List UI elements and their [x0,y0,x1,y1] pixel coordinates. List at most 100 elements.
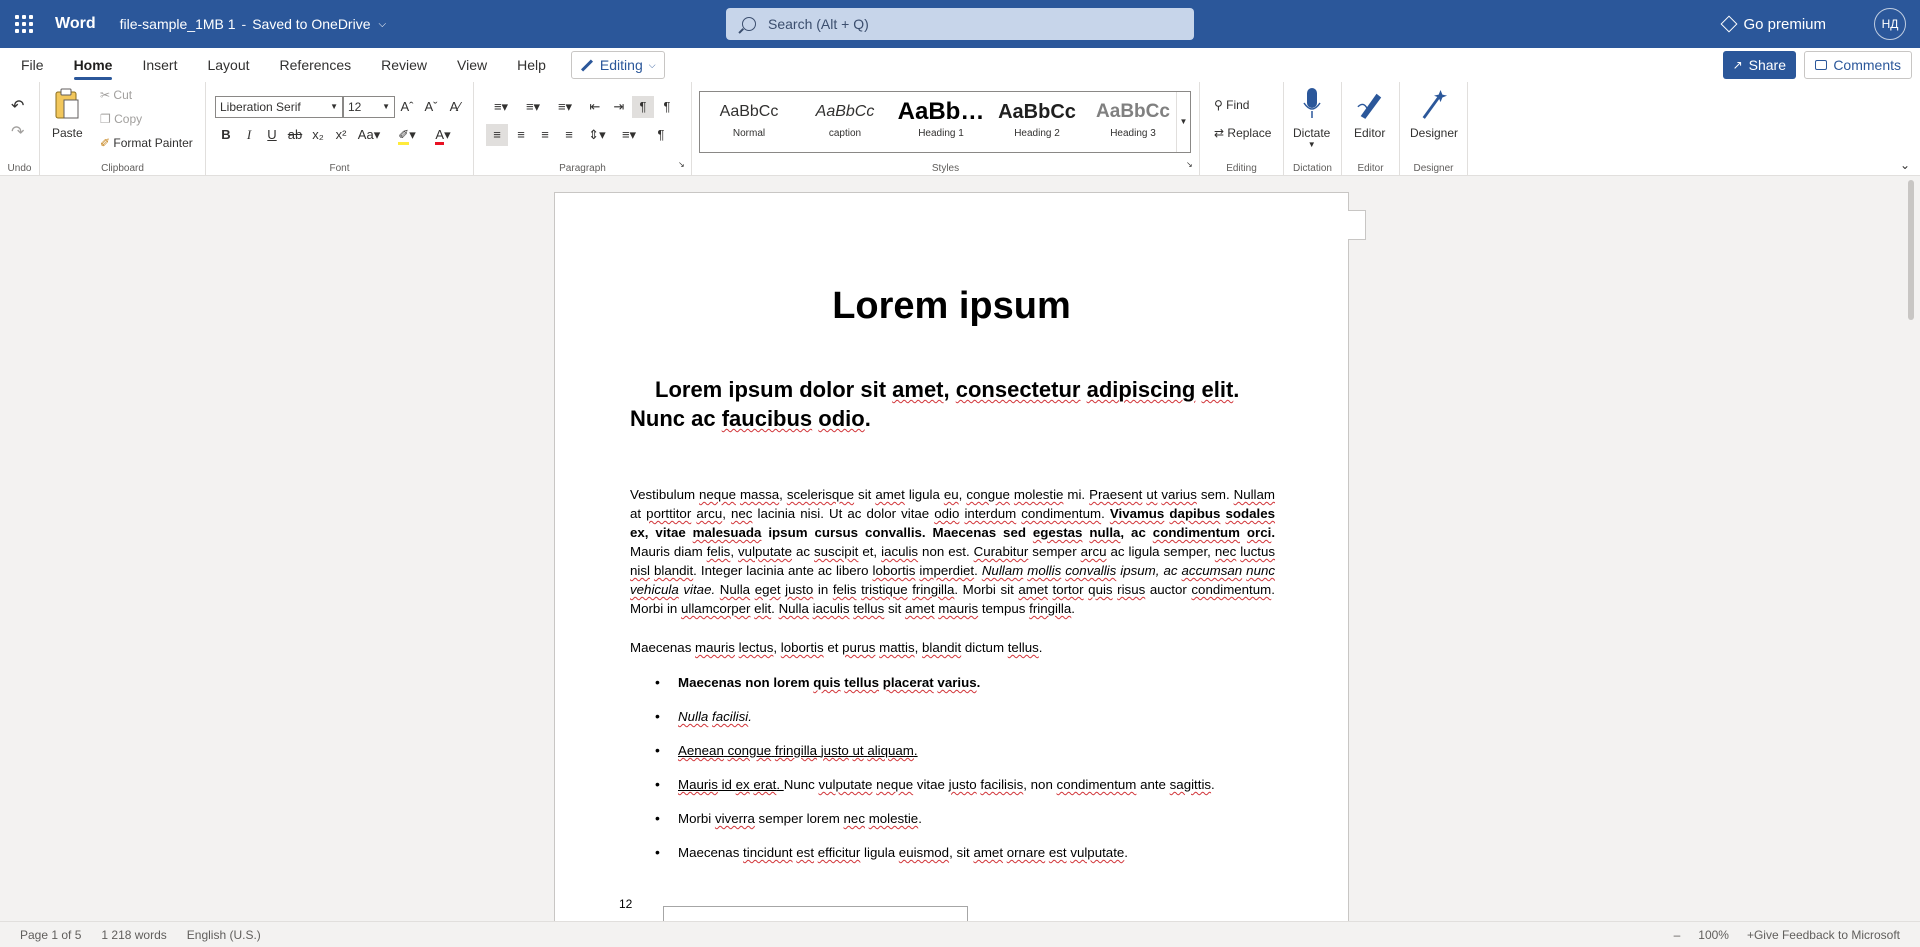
italic-button[interactable]: I [238,124,260,146]
designer-button[interactable]: Designer [1410,86,1458,140]
vertical-scrollbar[interactable] [1904,176,1920,921]
undo-group: ↶ ↷ Undo [0,82,40,176]
group-label-editing: Editing [1226,163,1257,174]
copy-button[interactable]: ❐ Copy [100,112,142,126]
tab-references[interactable]: References [265,48,367,82]
editing-group: ⚲ Find ⇄ Replace Editing [1200,82,1284,176]
status-bar: Page 1 of 5 1 218 words English (U.S.) –… [0,921,1920,947]
paragraph-spacing-icon[interactable]: ≡▾ [614,124,644,146]
editing-mode-label: Editing [599,57,643,73]
comments-button[interactable]: Comments [1804,51,1912,79]
zoom-out-button[interactable]: – [1674,928,1681,942]
group-label-paragraph: Paragraph [559,163,606,174]
document-title[interactable]: file-sample_1MB 1 - Saved to OneDrive ⌵ [120,16,387,32]
style-normal[interactable]: AaBbCc Normal [702,96,796,148]
editing-mode-button[interactable]: Editing ⌵ [570,51,665,79]
redo-icon[interactable]: ↷ [11,122,24,142]
replace-button[interactable]: ⇄ Replace [1214,126,1271,140]
highlight-icon[interactable]: ✐▾ [392,124,422,146]
feedback-link[interactable]: Give Feedback to Microsoft [1754,922,1900,947]
word-count[interactable]: 1 218 words [101,928,166,942]
grow-font-icon[interactable]: Aˆ [396,96,418,118]
justify-icon[interactable]: ≡ [558,124,580,146]
designer-wand-icon [1420,86,1448,122]
document-page[interactable]: Lorem ipsum Lorem ipsum dolor sit amet, … [554,192,1349,921]
zoom-in-button[interactable]: + [1747,928,1754,942]
page-count[interactable]: Page 1 of 5 [20,928,81,942]
replace-label: Replace [1227,126,1272,140]
strikethrough-button[interactable]: ab [284,124,306,146]
scissors-icon: ✂ [100,88,111,102]
style-caption[interactable]: AaBbCc caption [798,96,892,148]
app-launcher-button[interactable] [0,0,48,48]
align-left-icon[interactable]: ≡ [486,124,508,146]
scrollbar-thumb[interactable] [1908,180,1914,320]
paste-label: Paste [52,126,83,140]
shrink-font-icon[interactable]: Aˇ [420,96,442,118]
group-label-clipboard: Clipboard [101,163,144,174]
embedded-chart[interactable] [663,906,968,921]
app-name[interactable]: Word [55,15,96,33]
find-button[interactable]: ⚲ Find [1214,98,1249,112]
copy-icon: ❐ [100,112,111,126]
diamond-icon [1720,15,1738,33]
font-color-icon[interactable]: A▾ [428,124,458,146]
increase-indent-icon[interactable]: ⇥ [608,96,630,118]
show-marks-icon[interactable]: ¶ [650,124,672,146]
clear-formatting-icon[interactable]: A⁄ [444,96,466,118]
paste-button[interactable]: Paste [52,86,83,140]
search-box[interactable]: Search (Alt + Q) [726,8,1194,40]
avatar[interactable]: НД [1874,8,1906,40]
decrease-indent-icon[interactable]: ⇤ [584,96,606,118]
language[interactable]: English (U.S.) [187,928,261,942]
title-separator: - [241,16,247,32]
superscript-icon[interactable]: x² [330,124,352,146]
microphone-icon [1298,86,1326,122]
align-right-icon[interactable]: ≡ [534,124,556,146]
share-button[interactable]: ↗ Share [1722,51,1796,79]
style-preview: AaBbCc [998,101,1076,123]
tab-view[interactable]: View [442,48,502,82]
chevron-down-icon[interactable]: ▼ [1176,92,1190,152]
page-side-tab[interactable] [1348,210,1366,240]
font-size-combo[interactable]: 12 ▼ [343,96,395,118]
tab-layout[interactable]: Layout [192,48,264,82]
font-name-combo[interactable]: Liberation Serif ▼ [215,96,343,118]
style-heading-1[interactable]: AaBb… Heading 1 [894,96,988,148]
undo-icon[interactable]: ↶ [11,96,24,116]
comment-icon [1815,60,1828,70]
editor-button[interactable]: Editor [1354,86,1385,140]
tab-help[interactable]: Help [502,48,561,82]
line-spacing-icon[interactable]: ⇕▾ [582,124,612,146]
format-painter-button[interactable]: ✐ Format Painter [100,136,193,150]
dictate-button[interactable]: Dictate ▼ [1293,86,1330,149]
collapse-ribbon-icon[interactable]: ⌄ [1900,158,1910,172]
pencil-icon [580,58,593,72]
subscript-icon[interactable]: x₂ [307,124,329,146]
style-heading-3[interactable]: AaBbCc Heading 3 [1086,96,1180,148]
copy-label: Copy [114,112,143,126]
numbering-icon[interactable]: ≡▾ [518,96,548,118]
editor-pen-icon [1356,86,1384,122]
doc-bullet-list: Maecenas non lorem quis tellus placerat … [655,673,1275,877]
go-premium-button[interactable]: Go premium [1720,0,1826,48]
tab-home[interactable]: Home [59,48,128,82]
align-center-icon[interactable]: ≡ [510,124,532,146]
tab-insert[interactable]: Insert [127,48,192,82]
change-case-button[interactable]: Aa▾ [354,124,384,146]
underline-button[interactable]: U [261,124,283,146]
ltr-icon[interactable]: ¶ [632,96,654,118]
style-heading-2[interactable]: AaBbCc Heading 2 [990,96,1084,148]
zoom-level[interactable]: 100% [1698,928,1729,942]
tab-file[interactable]: File [0,48,59,82]
multilevel-list-icon[interactable]: ≡▾ [550,96,580,118]
bullets-icon[interactable]: ≡▾ [486,96,516,118]
bold-button[interactable]: B [215,124,237,146]
style-label: Heading 3 [1110,128,1156,139]
ribbon: ↶ ↷ Undo Paste ✂ Cut ❐ Copy ✐ Format Pai… [0,82,1920,176]
style-label: Heading 2 [1014,128,1060,139]
tab-review[interactable]: Review [366,48,442,82]
rtl-icon[interactable]: ¶ [656,96,678,118]
cut-button[interactable]: ✂ Cut [100,88,132,102]
dialog-launcher-icon[interactable]: ↘ [1186,160,1193,169]
